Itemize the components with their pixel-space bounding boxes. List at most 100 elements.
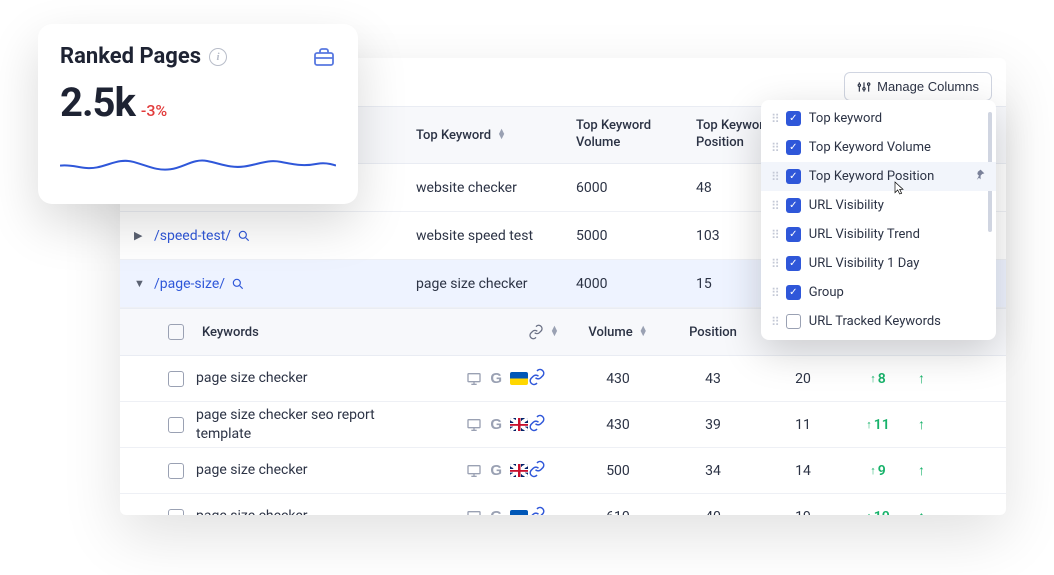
drag-handle-icon[interactable]: ⠿ xyxy=(771,141,778,155)
sliders-icon xyxy=(857,80,871,94)
flag-icon xyxy=(510,464,528,477)
checkbox[interactable] xyxy=(168,371,184,387)
cell-delta: ↑8 xyxy=(848,371,908,387)
column-option-label: Top keyword xyxy=(809,111,882,126)
column-option[interactable]: ⠿ ✓ URL Visibility xyxy=(761,191,996,220)
checkbox[interactable] xyxy=(786,314,801,329)
search-icon[interactable] xyxy=(231,277,245,291)
cell-volume: 4000 xyxy=(576,276,696,292)
cell-position: 40 xyxy=(668,509,758,516)
card-title-text: Ranked Pages xyxy=(60,44,201,69)
link-icon xyxy=(528,414,546,432)
nested-row[interactable]: page size checker seo report template G … xyxy=(120,402,1006,448)
link-cell[interactable] xyxy=(528,414,568,436)
cell-delta: ↑10 xyxy=(848,509,908,516)
checkbox[interactable]: ✓ xyxy=(786,285,801,300)
column-option-label: URL Tracked Keywords xyxy=(809,314,941,329)
checkbox[interactable]: ✓ xyxy=(786,256,801,271)
column-option[interactable]: ⠿ URL Tracked Keywords xyxy=(761,307,996,336)
checkbox[interactable]: ✓ xyxy=(786,169,801,184)
column-option[interactable]: ⠿ ✓ Top Keyword Position xyxy=(761,162,996,191)
arrow-up-icon: ↑ xyxy=(918,508,925,515)
cell-delta: ↑9 xyxy=(848,463,908,479)
col-volume[interactable]: Volume xyxy=(568,325,668,340)
checkbox[interactable]: ✓ xyxy=(786,227,801,242)
arrow-up-icon: ↑ xyxy=(918,462,925,479)
cell-top-keyword: website speed test xyxy=(416,228,576,244)
chevron-down-icon[interactable]: ▼ xyxy=(134,277,154,290)
checkbox[interactable] xyxy=(168,324,184,340)
drag-handle-icon[interactable]: ⠿ xyxy=(771,199,778,213)
drag-handle-icon[interactable]: ⠿ xyxy=(771,315,778,329)
cell-volume: 6000 xyxy=(576,180,696,196)
drag-handle-icon[interactable]: ⠿ xyxy=(771,112,778,126)
search-icon[interactable] xyxy=(237,229,251,243)
sort-icon xyxy=(639,327,648,338)
column-manager-dropdown[interactable]: ⠿ ✓ Top keyword ⠿ ✓ Top Keyword Volume ⠿… xyxy=(761,100,996,340)
column-option[interactable]: ⠿ ✓ Top keyword xyxy=(761,104,996,133)
column-option[interactable]: ⠿ ✓ URL Visibility Trend xyxy=(761,220,996,249)
checkbox[interactable]: ✓ xyxy=(786,198,801,213)
drag-handle-icon[interactable]: ⠿ xyxy=(771,228,778,242)
drag-handle-icon[interactable]: ⠿ xyxy=(771,286,778,300)
column-option-label: URL Visibility xyxy=(809,198,884,213)
desktop-icon xyxy=(466,509,482,516)
cell-extra: 14 xyxy=(758,463,848,479)
column-option[interactable]: ⠿ ✓ URL Visibility 1 Day xyxy=(761,249,996,278)
cell-position: 34 xyxy=(668,463,758,479)
checkbox[interactable]: ✓ xyxy=(786,111,801,126)
cell-extra: 20 xyxy=(758,371,848,387)
col-top-keyword-volume[interactable]: Top Keyword Volume xyxy=(576,118,696,152)
col-link[interactable] xyxy=(528,324,568,340)
url-path[interactable]: /speed-test/ xyxy=(154,228,416,244)
link-icon xyxy=(528,324,544,340)
cell-extra: 11 xyxy=(758,417,848,433)
cell-volume: 610 xyxy=(568,509,668,516)
drag-handle-icon[interactable]: ⠿ xyxy=(771,170,778,184)
column-option-label: URL Visibility Trend xyxy=(809,227,920,242)
metric-value: 2.5k xyxy=(60,79,135,126)
desktop-icon xyxy=(466,417,482,433)
checkbox[interactable] xyxy=(168,463,184,479)
arrow-up-icon: ↑ xyxy=(866,418,872,431)
col-top-keyword[interactable]: Top Keyword xyxy=(416,128,576,143)
arrow-up-icon: ↑ xyxy=(918,370,925,387)
keyword-text: page size checker xyxy=(196,461,308,479)
url-path[interactable]: /page-size/ xyxy=(154,276,416,292)
info-icon[interactable]: i xyxy=(209,48,227,66)
arrow-up-icon: ↑ xyxy=(870,464,876,477)
cell-extra: 19 xyxy=(758,509,848,516)
pin-icon[interactable] xyxy=(973,168,986,185)
link-cell[interactable] xyxy=(528,368,568,390)
checkbox[interactable] xyxy=(168,509,184,516)
column-option[interactable]: ⠿ ✓ Top Keyword Volume xyxy=(761,133,996,162)
manage-columns-button[interactable]: Manage Columns xyxy=(844,72,992,101)
nested-row[interactable]: page size checker G 500 34 14 ↑9 ↑ xyxy=(120,448,1006,494)
chevron-right-icon[interactable]: ▶ xyxy=(134,229,154,242)
column-option-label: Top Keyword Volume xyxy=(809,140,931,155)
link-icon xyxy=(528,506,546,516)
checkbox[interactable]: ✓ xyxy=(786,140,801,155)
cell-volume: 500 xyxy=(568,463,668,479)
col-position[interactable]: Position xyxy=(668,325,758,340)
arrow-up-icon: ↑ xyxy=(866,510,872,515)
column-option-label: Top Keyword Position xyxy=(809,169,934,184)
nested-row[interactable]: page size checker G 610 40 19 ↑10 ↑ xyxy=(120,494,1006,515)
google-icon: G xyxy=(490,508,502,515)
toolbox-icon[interactable] xyxy=(312,45,336,69)
column-option[interactable]: ⠿ ✓ Group xyxy=(761,278,996,307)
checkbox[interactable] xyxy=(168,417,184,433)
metric-delta: -3% xyxy=(141,101,167,120)
desktop-icon xyxy=(466,371,482,387)
link-cell[interactable] xyxy=(528,460,568,482)
col-keywords[interactable]: Keywords xyxy=(168,324,428,340)
arrow-up-icon: ↑ xyxy=(870,372,876,385)
flag-icon xyxy=(510,510,528,515)
google-icon: G xyxy=(490,416,502,433)
nested-row[interactable]: page size checker G 430 43 20 ↑8 ↑ xyxy=(120,356,1006,402)
drag-handle-icon[interactable]: ⠿ xyxy=(771,257,778,271)
link-cell[interactable] xyxy=(528,506,568,516)
sort-icon xyxy=(550,327,559,338)
keyword-text: page size checker seo report template xyxy=(196,406,406,442)
column-option-label: Group xyxy=(809,285,844,300)
